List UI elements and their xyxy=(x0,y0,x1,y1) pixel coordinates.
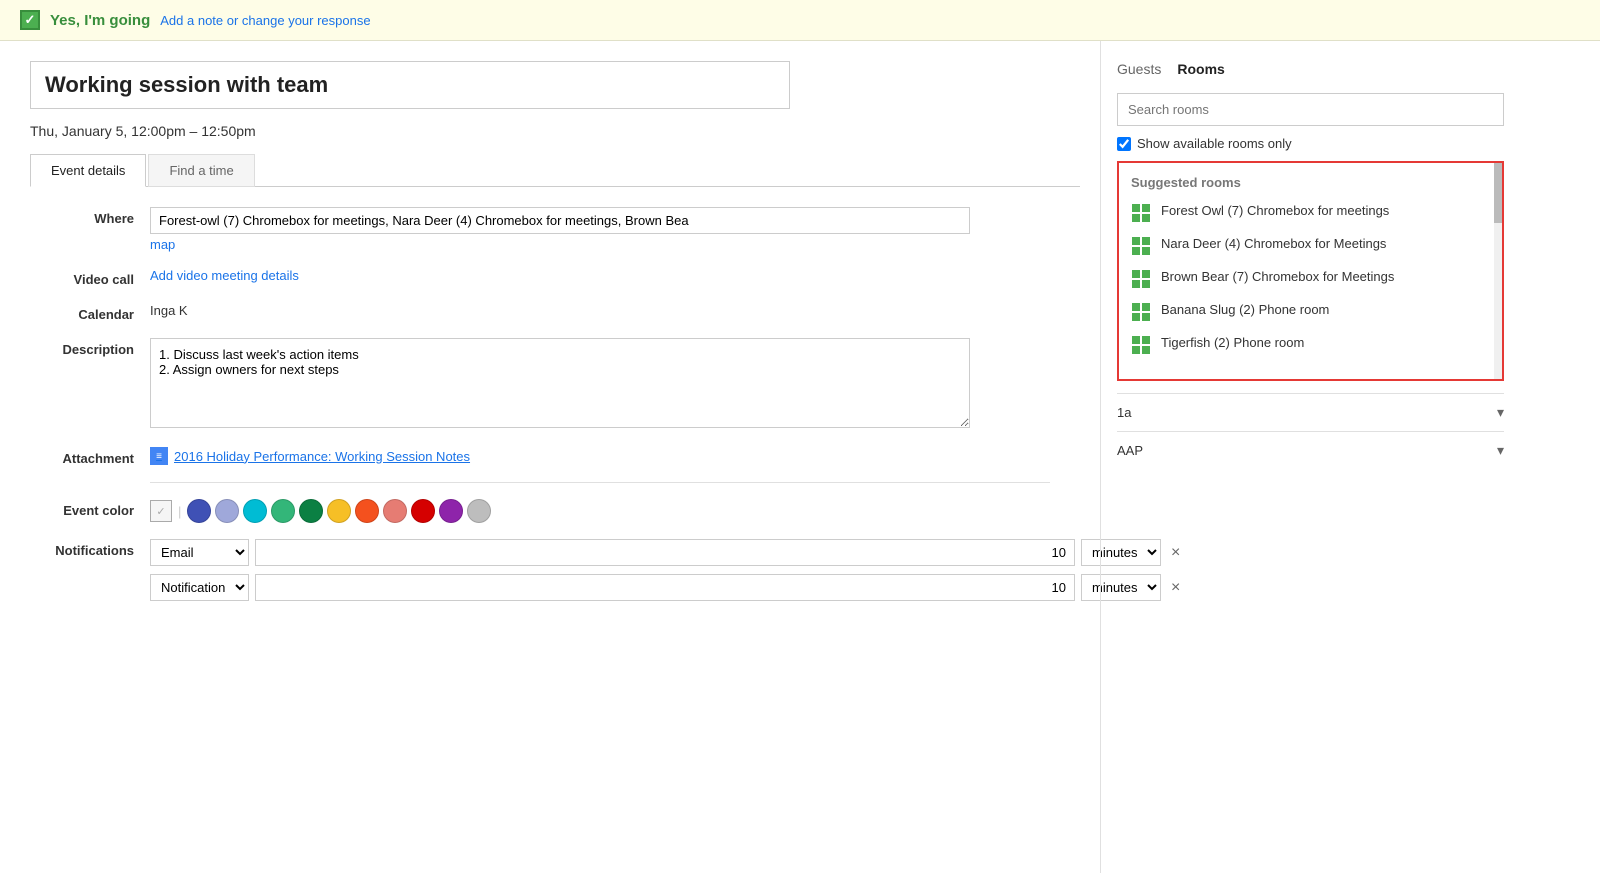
event-form: Thu, January 5, 12:00pm – 12:50pm Event … xyxy=(0,41,1100,873)
room-item-4[interactable]: Banana Slug (2) Phone room xyxy=(1131,301,1490,322)
where-row: Where map xyxy=(30,207,1070,252)
room-name-4: Banana Slug (2) Phone room xyxy=(1161,301,1329,319)
notification-2: Notification Email minutes hours days × xyxy=(150,574,1180,601)
room-grid-icon-5 xyxy=(1131,335,1151,355)
room-item-1[interactable]: Forest Owl (7) Chromebox for meetings xyxy=(1131,202,1490,223)
where-label: Where xyxy=(30,207,150,226)
notif-minutes-1[interactable] xyxy=(255,539,1075,566)
description-textarea[interactable]: 1. Discuss last week's action items 2. A… xyxy=(150,338,970,428)
sidebar-room-sections: 1a ▾ AAP ▾ xyxy=(1117,393,1504,469)
description-row: Description 1. Discuss last week's actio… xyxy=(30,338,1070,431)
notification-1: Email Notification minutes hours days × xyxy=(150,539,1180,566)
color-divider: | xyxy=(178,504,181,519)
show-available-checkbox[interactable] xyxy=(1117,137,1131,151)
where-value: map xyxy=(150,207,1070,252)
tab-rooms[interactable]: Rooms xyxy=(1177,61,1224,79)
calendar-row: Calendar Inga K xyxy=(30,303,1070,322)
notifications-value: Email Notification minutes hours days × … xyxy=(150,539,1180,609)
rsvp-banner: ✓ Yes, I'm going Add a note or change yo… xyxy=(0,0,1600,41)
add-note-link[interactable]: Add a note or change your response xyxy=(160,13,370,28)
color-sage[interactable] xyxy=(271,499,295,523)
map-link[interactable]: map xyxy=(150,237,1070,252)
attachment-label: Attachment xyxy=(30,447,150,466)
color-default[interactable]: ✓ xyxy=(150,500,172,522)
chevron-down-aap: ▾ xyxy=(1497,442,1504,459)
tab-find-time[interactable]: Find a time xyxy=(148,154,254,187)
color-tomato[interactable] xyxy=(411,499,435,523)
section-row-aap[interactable]: AAP ▾ xyxy=(1117,431,1504,469)
rsvp-going-label: Yes, I'm going xyxy=(50,12,150,29)
add-video-link[interactable]: Add video meeting details xyxy=(150,268,299,283)
room-item-2[interactable]: Nara Deer (4) Chromebox for Meetings xyxy=(1131,235,1490,256)
chevron-down-1a: ▾ xyxy=(1497,404,1504,421)
notif-type-2[interactable]: Notification Email xyxy=(150,574,249,601)
color-teal[interactable] xyxy=(243,499,267,523)
suggested-rooms-box: Suggested rooms Forest Owl (7) Chromebox… xyxy=(1117,161,1504,381)
notifications-row: Notifications Email Notification minutes… xyxy=(30,539,1070,609)
room-name-2: Nara Deer (4) Chromebox for Meetings xyxy=(1161,235,1386,253)
color-blueberry[interactable] xyxy=(187,499,211,523)
scrollbar-thumb xyxy=(1494,163,1502,223)
event-title-input[interactable] xyxy=(30,61,790,109)
section-row-1a[interactable]: 1a ▾ xyxy=(1117,393,1504,431)
color-graphite[interactable] xyxy=(467,499,491,523)
event-color-row: Event color ✓ | xyxy=(30,499,1070,523)
room-item-5[interactable]: Tigerfish (2) Phone room xyxy=(1131,334,1490,355)
attachment-link[interactable]: ≡ 2016 Holiday Performance: Working Sess… xyxy=(150,447,1070,465)
where-input[interactable] xyxy=(150,207,970,234)
color-lavender[interactable] xyxy=(215,499,239,523)
tab-guests[interactable]: Guests xyxy=(1117,61,1161,79)
color-picker: ✓ | xyxy=(150,499,1070,523)
description-value: 1. Discuss last week's action items 2. A… xyxy=(150,338,1070,431)
show-available-row: Show available rooms only xyxy=(1117,136,1504,151)
event-color-value: ✓ | xyxy=(150,499,1070,523)
rsvp-checkmark: ✓ xyxy=(20,10,40,30)
color-tangerine[interactable] xyxy=(355,499,379,523)
attachment-value: ≡ 2016 Holiday Performance: Working Sess… xyxy=(150,447,1070,465)
video-call-label: Video call xyxy=(30,268,150,287)
form-divider xyxy=(150,482,1050,483)
calendar-label: Calendar xyxy=(30,303,150,322)
section-1a-label: 1a xyxy=(1117,405,1131,420)
color-flamingo[interactable] xyxy=(383,499,407,523)
attachment-row: Attachment ≡ 2016 Holiday Performance: W… xyxy=(30,447,1070,466)
event-datetime: Thu, January 5, 12:00pm – 12:50pm xyxy=(30,123,1070,139)
tab-event-details[interactable]: Event details xyxy=(30,154,146,187)
suggested-rooms-title: Suggested rooms xyxy=(1131,175,1490,190)
notif-minutes-2[interactable] xyxy=(255,574,1075,601)
room-grid-icon-4 xyxy=(1131,302,1151,322)
event-color-label: Event color xyxy=(30,499,150,518)
room-grid-icon-3 xyxy=(1131,269,1151,289)
scrollbar-track[interactable] xyxy=(1494,163,1502,379)
color-banana[interactable] xyxy=(327,499,351,523)
room-grid-icon-1 xyxy=(1131,203,1151,223)
calendar-value: Inga K xyxy=(150,303,1070,318)
search-rooms-input[interactable] xyxy=(1117,93,1504,126)
event-tabs: Event details Find a time xyxy=(30,153,1080,187)
color-grape[interactable] xyxy=(439,499,463,523)
sidebar-tabs: Guests Rooms xyxy=(1117,61,1504,79)
room-item-3[interactable]: Brown Bear (7) Chromebox for Meetings xyxy=(1131,268,1490,289)
doc-icon: ≡ xyxy=(150,447,168,465)
room-name-3: Brown Bear (7) Chromebox for Meetings xyxy=(1161,268,1394,286)
description-label: Description xyxy=(30,338,150,357)
video-call-row: Video call Add video meeting details xyxy=(30,268,1070,287)
attachment-text: 2016 Holiday Performance: Working Sessio… xyxy=(174,449,470,464)
video-call-value: Add video meeting details xyxy=(150,268,1070,283)
main-layout: Thu, January 5, 12:00pm – 12:50pm Event … xyxy=(0,41,1600,873)
notif-type-1[interactable]: Email Notification xyxy=(150,539,249,566)
right-sidebar: Guests Rooms Show available rooms only S… xyxy=(1100,41,1520,873)
show-available-label: Show available rooms only xyxy=(1137,136,1292,151)
section-aap-label: AAP xyxy=(1117,443,1143,458)
room-name-5: Tigerfish (2) Phone room xyxy=(1161,334,1304,352)
room-grid-icon-2 xyxy=(1131,236,1151,256)
room-name-1: Forest Owl (7) Chromebox for meetings xyxy=(1161,202,1389,220)
color-basil[interactable] xyxy=(299,499,323,523)
notifications-label: Notifications xyxy=(30,539,150,558)
